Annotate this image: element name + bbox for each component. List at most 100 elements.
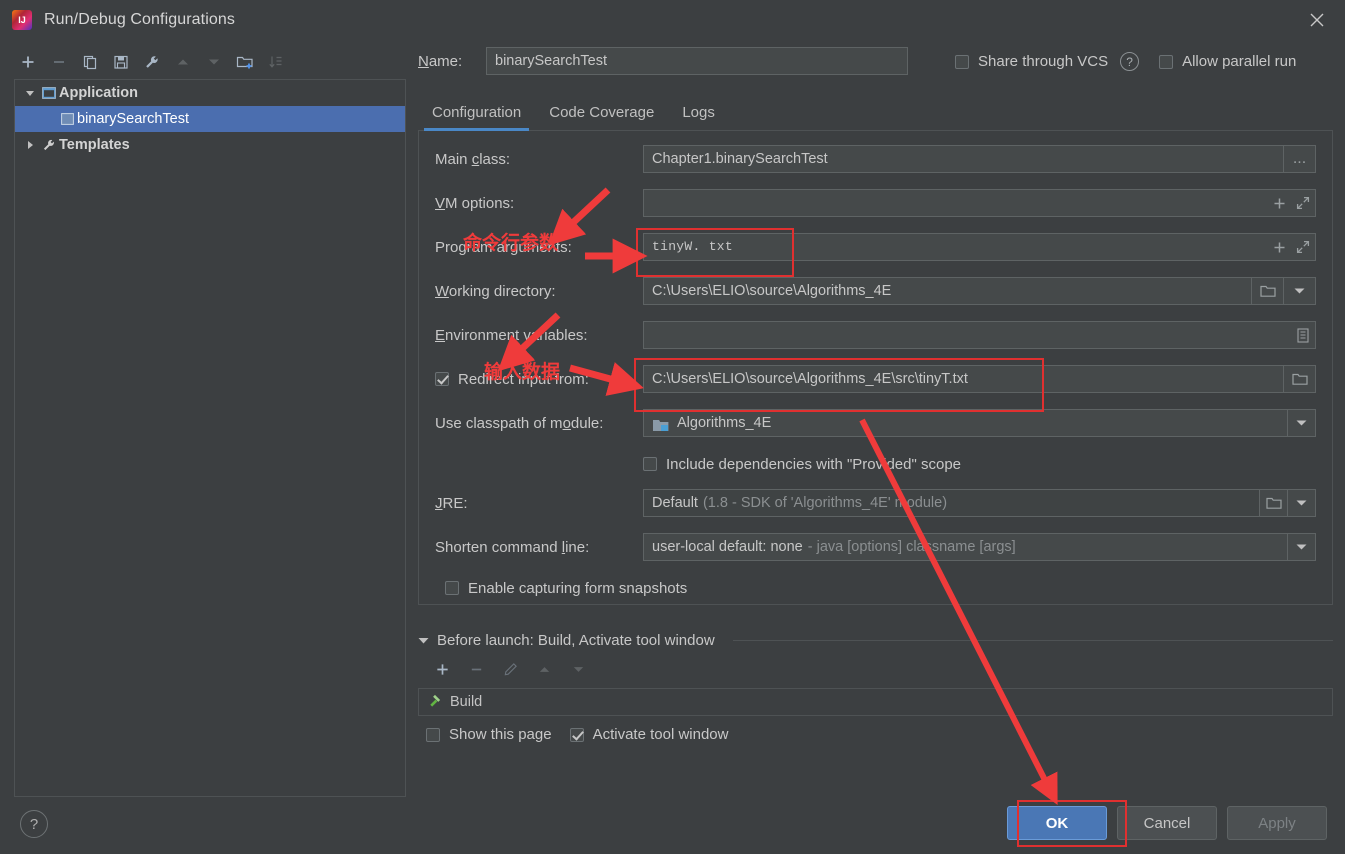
expand-editor-icon[interactable] [1292,192,1314,214]
tree-node-label: binarySearchTest [77,111,190,127]
move-down-button[interactable] [200,48,228,76]
working-directory-input[interactable]: C:\Users\ELIO\source\Algorithms_4E [643,277,1252,305]
checkbox-box [426,727,440,742]
classpath-module-label: Use classpath of module: [435,414,604,432]
configuration-form: Main class: Chapter1.binarySearchTest ..… [418,131,1333,605]
move-up-button[interactable] [169,48,197,76]
main-class-label: Main class: [435,150,511,168]
shorten-command-line-combo[interactable]: user-local default: none - java [options… [643,533,1288,561]
redirect-input-browse-folder-icon[interactable] [1284,365,1316,393]
tree-node-binarysearchtest[interactable]: binarySearchTest [15,106,405,132]
configurations-toolbar [14,45,406,78]
checkbox-box [643,457,657,471]
configurations-tree[interactable]: Application binarySearchTest Templates [14,79,406,797]
macro-plus-icon[interactable] [1268,192,1290,214]
share-through-vcs-checkbox[interactable]: Share through VCS [955,53,1108,70]
allow-parallel-run-label: Allow parallel run [1182,53,1297,70]
apply-button[interactable]: Apply [1227,806,1327,840]
before-launch-toolbar [418,655,1333,683]
tab-code-coverage[interactable]: Code Coverage [535,104,668,130]
before-launch-item-label: Build [450,694,483,710]
redirect-input-path-input[interactable]: C:\Users\ELIO\source\Algorithms_4E\src\t… [643,365,1284,393]
show-this-page-checkbox[interactable]: Show this page [426,726,552,743]
main-class-input[interactable]: Chapter1.binarySearchTest [643,145,1284,173]
run-config-icon [57,113,77,125]
classpath-module-dropdown-icon[interactable] [1288,409,1316,437]
before-launch-item-build[interactable]: Build [418,688,1333,716]
redirect-input-checkbox[interactable]: Redirect input from: [435,371,643,388]
include-provided-checkbox[interactable]: Include dependencies with "Provided" sco… [643,456,1316,473]
main-class-browse-button[interactable]: ... [1284,145,1316,173]
help-circle-icon[interactable]: ? [20,810,48,838]
before-launch-header[interactable]: Before launch: Build, Activate tool wind… [418,632,1333,649]
wrench-icon [39,138,59,152]
tree-node-application[interactable]: Application [15,80,405,106]
add-configuration-button[interactable] [14,48,42,76]
environment-variables-inset-buttons [1292,323,1314,347]
application-icon [39,87,59,99]
checkbox-box [569,727,584,742]
checkbox-box [955,54,969,69]
shorten-command-line-dropdown-icon[interactable] [1288,533,1316,561]
close-icon[interactable] [1295,2,1339,38]
working-directory-dropdown-icon[interactable] [1284,277,1316,305]
jre-browse-folder-icon[interactable] [1260,489,1288,517]
run-debug-configurations-dialog: Run/Debug Configurations [0,0,1345,854]
before-launch-down-button[interactable] [564,655,592,683]
before-launch-remove-button[interactable] [462,655,490,683]
allow-parallel-run-checkbox[interactable]: Allow parallel run [1159,53,1296,70]
tab-logs[interactable]: Logs [668,104,729,130]
activate-tool-window-checkbox[interactable]: Activate tool window [569,726,728,743]
tab-configuration[interactable]: Configuration [418,104,535,131]
jre-dropdown-icon[interactable] [1288,489,1316,517]
dialog-button-bar: OK Cancel Apply [1007,806,1327,840]
chevron-right-icon[interactable] [21,140,39,150]
title-bar: Run/Debug Configurations [0,0,1345,40]
checkbox-box [1159,54,1174,69]
jre-row: JRE: Default (1.8 - SDK of 'Algorithms_4… [435,489,1316,517]
ok-button[interactable]: OK [1007,806,1107,840]
enable-form-snapshots-checkbox[interactable]: Enable capturing form snapshots [445,580,687,597]
intellij-idea-icon [12,10,32,30]
shorten-command-line-row: Shorten command line: user-local default… [435,533,1316,561]
new-folder-button[interactable] [231,48,259,76]
redirect-input-label: Redirect input from: [458,370,589,388]
edit-templates-wrench-icon[interactable] [138,48,166,76]
macro-plus-icon[interactable] [1268,236,1290,258]
chevron-down-icon[interactable] [21,88,39,98]
env-variables-list-icon[interactable] [1292,324,1314,346]
copy-configuration-button[interactable] [76,48,104,76]
vm-options-input[interactable] [643,189,1316,217]
cancel-button[interactable]: Cancel [1117,806,1217,840]
program-arguments-input[interactable]: tinyW. txt [643,233,1316,261]
before-launch-add-button[interactable] [428,655,456,683]
redirect-input-row: Redirect input from: C:\Users\ELIO\sourc… [435,365,1316,393]
remove-configuration-button[interactable] [45,48,73,76]
name-input[interactable]: binarySearchTest [486,47,908,75]
chevron-down-icon[interactable] [418,632,429,649]
tree-node-templates[interactable]: Templates [15,132,405,158]
shorten-command-line-value: user-local default: none [652,539,803,555]
before-launch-divider [732,640,1333,641]
window-title: Run/Debug Configurations [44,11,235,28]
sort-configurations-button[interactable] [262,48,290,76]
shorten-command-line-hint: - java [options] classname [args] [807,539,1016,555]
working-directory-row: Working directory: C:\Users\ELIO\source\… [435,277,1316,305]
classpath-module-combo[interactable]: Algorithms_4E [643,409,1288,437]
environment-variables-input[interactable] [643,321,1316,349]
classpath-module-value: Algorithms_4E [677,415,772,431]
include-provided-label: Include dependencies with "Provided" sco… [666,455,962,473]
enable-form-snapshots-row: Enable capturing form snapshots [435,577,1316,599]
checkbox-box [435,372,449,386]
help-circle-icon[interactable]: ? [1120,52,1140,71]
classpath-module-row: Use classpath of module: Algorithms_4E [435,409,1316,437]
share-through-vcs-label: Share through VCS [978,53,1109,70]
save-configuration-button[interactable] [107,48,135,76]
working-directory-browse-folder-icon[interactable] [1252,277,1284,305]
before-launch-up-button[interactable] [530,655,558,683]
jre-control: Default (1.8 - SDK of 'Algorithms_4E' mo… [643,489,1316,517]
before-launch-edit-pencil-icon[interactable] [496,655,524,683]
redirect-input-control: C:\Users\ELIO\source\Algorithms_4E\src\t… [643,365,1316,393]
jre-combo[interactable]: Default (1.8 - SDK of 'Algorithms_4E' mo… [643,489,1260,517]
expand-editor-icon[interactable] [1292,236,1314,258]
